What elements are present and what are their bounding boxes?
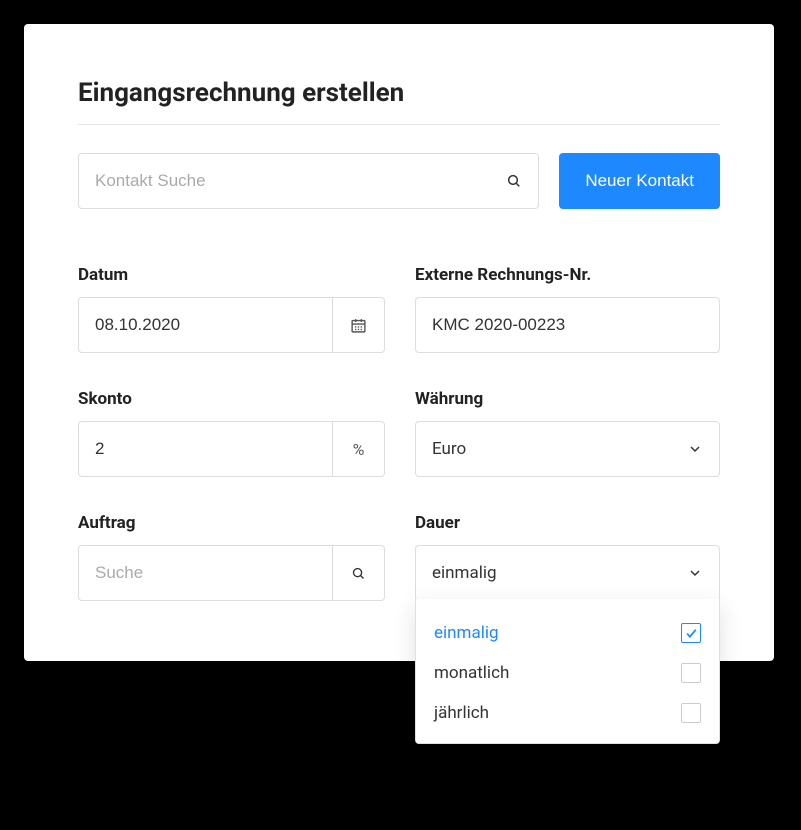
option-label: jährlich — [434, 703, 489, 723]
chevron-down-icon — [687, 441, 703, 457]
label-skonto: Skonto — [78, 389, 385, 409]
dauer-select[interactable]: einmalig — [415, 545, 720, 601]
checkbox-icon — [681, 703, 701, 723]
waehrung-select[interactable]: Euro — [415, 421, 720, 477]
contact-search-input[interactable] — [95, 171, 506, 191]
input-wrap-externe-nr[interactable] — [415, 297, 720, 353]
dauer-option-einmalig[interactable]: einmalig — [416, 613, 719, 653]
skonto-input[interactable] — [79, 422, 332, 476]
input-wrap-skonto[interactable]: % — [78, 421, 385, 477]
dauer-value: einmalig — [432, 563, 497, 583]
contact-row: Neuer Kontakt — [78, 153, 720, 209]
calendar-button[interactable] — [332, 298, 384, 352]
option-label: monatlich — [434, 663, 509, 683]
dauer-dropdown: einmalig monatlich jährlich — [415, 599, 720, 744]
input-wrap-datum[interactable] — [78, 297, 385, 353]
field-skonto: Skonto % — [78, 389, 385, 477]
field-dauer: Dauer einmalig einmalig monatlich — [415, 513, 720, 601]
checkbox-icon — [681, 623, 701, 643]
checkbox-icon — [681, 663, 701, 683]
auftrag-input[interactable] — [79, 546, 332, 600]
label-waehrung: Währung — [415, 389, 720, 409]
form-grid: Datum Externe Rechnungs-Nr. Skonto % — [78, 265, 720, 601]
search-icon — [506, 173, 522, 189]
field-auftrag: Auftrag — [78, 513, 385, 601]
calendar-icon — [350, 317, 367, 334]
field-waehrung: Währung Euro — [415, 389, 720, 477]
contact-search-box[interactable] — [78, 153, 539, 209]
externe-nr-input[interactable] — [416, 298, 719, 352]
input-wrap-auftrag[interactable] — [78, 545, 385, 601]
option-label: einmalig — [434, 623, 499, 643]
label-auftrag: Auftrag — [78, 513, 385, 533]
skonto-unit: % — [332, 422, 384, 476]
dauer-option-jaehrlich[interactable]: jährlich — [416, 693, 719, 733]
label-externe-nr: Externe Rechnungs-Nr. — [415, 265, 720, 285]
invoice-form-card: Eingangsrechnung erstellen Neuer Kontakt… — [24, 24, 774, 661]
auftrag-search-button[interactable] — [332, 546, 384, 600]
new-contact-button[interactable]: Neuer Kontakt — [559, 153, 720, 209]
label-datum: Datum — [78, 265, 385, 285]
waehrung-value: Euro — [432, 439, 466, 459]
field-externe-nr: Externe Rechnungs-Nr. — [415, 265, 720, 353]
page-title: Eingangsrechnung erstellen — [78, 78, 720, 125]
field-datum: Datum — [78, 265, 385, 353]
dauer-option-monatlich[interactable]: monatlich — [416, 653, 719, 693]
search-icon — [351, 566, 366, 581]
label-dauer: Dauer — [415, 513, 720, 533]
chevron-down-icon — [687, 565, 703, 581]
datum-input[interactable] — [79, 298, 332, 352]
